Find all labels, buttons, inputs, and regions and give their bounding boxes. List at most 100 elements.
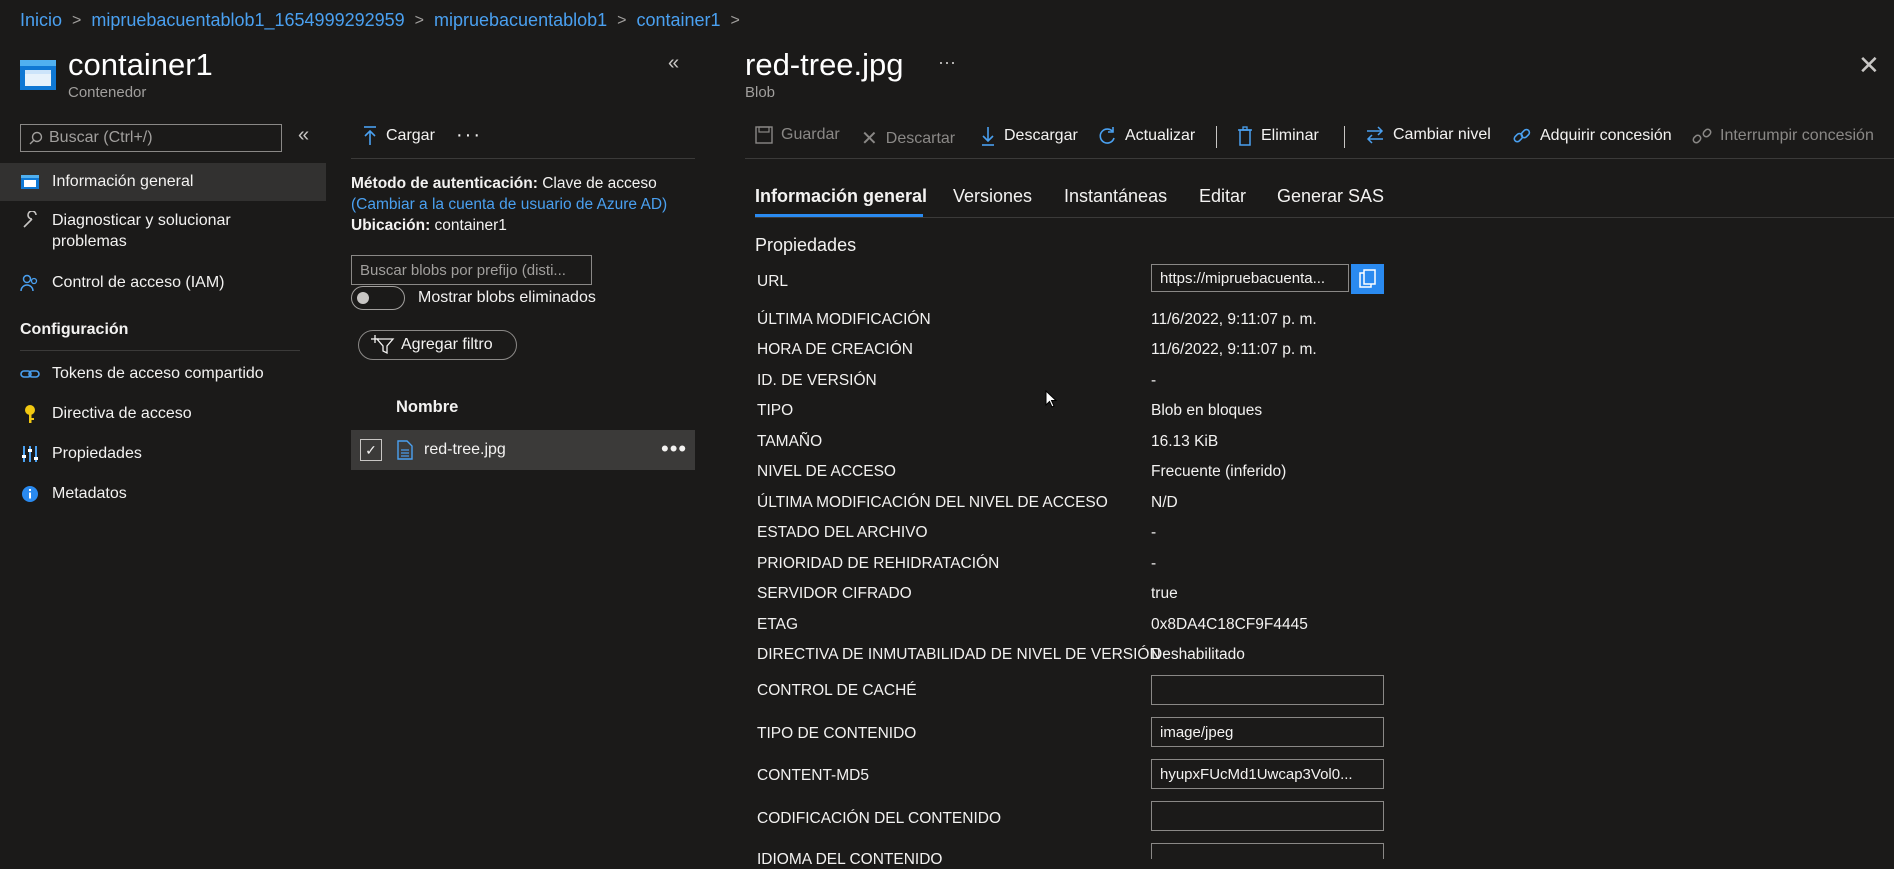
refresh-icon <box>1099 127 1115 144</box>
link-icon <box>20 364 40 384</box>
nav-item-label: Diagnosticar y solucionar problemas <box>52 212 231 250</box>
breadcrumb-home[interactable]: Inicio <box>20 10 62 31</box>
acquire-lease-button[interactable]: Adquirir concesión <box>1512 126 1672 146</box>
more-options-icon[interactable]: ··· <box>456 124 482 147</box>
download-label: Descargar <box>1004 127 1078 144</box>
toolbar-separator <box>1344 126 1345 148</box>
prop-value-size: 16.13 KiB <box>1151 433 1219 450</box>
auth-method-label: Método de autenticación: <box>351 175 538 192</box>
nav-item-properties[interactable]: Propiedades <box>0 442 326 466</box>
key-icon <box>20 404 40 424</box>
nav-item-diagnose[interactable]: Diagnosticar y solucionar problemas <box>0 210 326 256</box>
save-button[interactable]: Guardar <box>755 126 840 144</box>
upload-button[interactable]: Cargar <box>362 126 435 146</box>
change-tier-button[interactable]: Cambiar nivel <box>1365 126 1491 144</box>
acquire-lease-label: Adquirir concesión <box>1540 127 1672 144</box>
content-md5-field[interactable]: hyupxFUcMd1Uwcap3Vol0... <box>1151 759 1384 789</box>
prop-label-immutability: DIRECTIVA DE INMUTABILIDAD DE NIVEL DE V… <box>757 646 1161 663</box>
prop-value-immutability: Deshabilitado <box>1151 646 1245 663</box>
prop-value-last-modified: 11/6/2022, 9:11:07 p. m. <box>1151 311 1317 328</box>
content-encoding-field[interactable] <box>1151 801 1384 831</box>
url-field[interactable]: https://mipruebacuenta... <box>1151 264 1349 292</box>
add-filter-button[interactable]: Agregar filtro <box>358 330 517 360</box>
download-button[interactable]: Descargar <box>980 126 1078 146</box>
cache-control-field[interactable] <box>1151 675 1384 705</box>
copy-icon <box>1358 269 1376 288</box>
menu-search-placeholder: Buscar (Ctrl+/) <box>49 129 153 146</box>
refresh-button[interactable]: Actualizar <box>1097 126 1195 146</box>
breadcrumb-storage-account-deployment[interactable]: mipruebacuentablob1_1654999292959 <box>91 10 404 31</box>
prop-value-version: - <box>1151 372 1157 389</box>
close-icon[interactable]: ✕ <box>1858 50 1880 81</box>
discard-button[interactable]: ✕ Descartar <box>861 126 955 151</box>
tab-snapshots[interactable]: Instantáneas <box>1064 186 1167 207</box>
tab-versions[interactable]: Versiones <box>953 186 1032 207</box>
detail-title: red-tree.jpg <box>745 47 904 82</box>
tabs-divider <box>755 217 1894 218</box>
delete-button[interactable]: Eliminar <box>1237 126 1319 146</box>
collapse-menu-icon[interactable]: « <box>298 124 309 147</box>
chevron-right-icon: > <box>72 11 82 29</box>
broken-link-icon <box>1692 128 1712 144</box>
page-subtitle: Contenedor <box>68 84 147 101</box>
break-lease-button[interactable]: Interrumpir concesión <box>1692 126 1874 146</box>
detail-more-icon[interactable]: ··· <box>938 52 956 73</box>
location-value: container1 <box>434 217 507 234</box>
tab-overview[interactable]: Información general <box>755 186 927 207</box>
trash-icon <box>1238 126 1252 146</box>
nav-item-label: Propiedades <box>52 445 142 462</box>
show-deleted-label: Mostrar blobs eliminados <box>418 289 596 306</box>
row-more-icon[interactable]: ••• <box>661 436 687 462</box>
show-deleted-toggle[interactable] <box>351 286 405 310</box>
prop-value-rehydrate: - <box>1151 555 1157 572</box>
nav-item-sas-tokens[interactable]: Tokens de acceso compartido <box>0 362 326 386</box>
content-type-field[interactable]: image/jpeg <box>1151 717 1384 747</box>
location-label: Ubicación: <box>351 217 431 234</box>
section-configuration: Configuración <box>20 321 129 338</box>
tab-edit[interactable]: Editar <box>1199 186 1246 207</box>
nav-item-label: Directiva de acceso <box>52 405 192 422</box>
prop-label-tier: NIVEL DE ACCESO <box>757 463 896 480</box>
upload-icon <box>364 126 376 145</box>
nav-item-iam[interactable]: Control de acceso (IAM) <box>0 271 326 295</box>
nav-item-access-policy[interactable]: Directiva de acceso <box>0 402 326 426</box>
page-title: container1 <box>68 47 213 82</box>
chevron-right-icon: > <box>730 11 740 29</box>
refresh-label: Actualizar <box>1125 127 1196 144</box>
break-lease-label: Interrumpir concesión <box>1720 127 1874 144</box>
download-icon <box>982 127 994 146</box>
prop-value-archive: - <box>1151 524 1157 541</box>
menu-search-input[interactable]: Buscar (Ctrl+/) <box>20 124 282 152</box>
prop-label-rehydrate: PRIORIDAD DE REHIDRATACIÓN <box>757 555 1000 572</box>
prop-label-encrypted: SERVIDOR CIFRADO <box>757 585 912 602</box>
table-row[interactable]: ✓ red-tree.jpg ••• <box>351 430 695 470</box>
tab-generate-sas[interactable]: Generar SAS <box>1277 186 1384 207</box>
content-language-field[interactable] <box>1151 843 1384 859</box>
properties-section-title: Propiedades <box>755 235 857 255</box>
breadcrumb-container[interactable]: container1 <box>636 10 720 31</box>
detail-subtitle: Blob <box>745 84 776 101</box>
prop-label-created: HORA DE CREACIÓN <box>757 341 913 358</box>
container-icon <box>20 172 40 192</box>
copy-url-button[interactable] <box>1351 264 1384 294</box>
prop-value-etag: 0x8DA4C18CF9F4445 <box>1151 616 1308 633</box>
toggle-knob <box>357 292 369 304</box>
column-header-name[interactable]: Nombre <box>396 398 458 417</box>
row-checkbox[interactable]: ✓ <box>360 439 382 461</box>
nav-item-overview[interactable]: Información general <box>0 163 326 201</box>
swap-icon <box>1366 126 1384 144</box>
prop-label-type: TIPO <box>757 402 794 419</box>
nav-item-metadata[interactable]: Metadatos <box>0 482 326 506</box>
prop-value-tier: Frecuente (inferido) <box>1151 463 1287 480</box>
link-icon <box>1513 128 1531 143</box>
collapse-blade-icon[interactable]: « <box>668 52 679 75</box>
prop-label-last-modified: ÚLTIMA MODIFICACIÓN <box>757 311 931 328</box>
switch-auth-link[interactable]: (Cambiar a la cuenta de usuario de Azure… <box>351 196 667 214</box>
breadcrumb-storage-account[interactable]: mipruebacuentablob1 <box>434 10 607 31</box>
prop-label-content-language: IDIOMA DEL CONTENIDO <box>757 851 943 868</box>
prop-label-url: URL <box>757 273 789 290</box>
change-tier-label: Cambiar nivel <box>1393 126 1491 143</box>
auth-method-value: Clave de acceso <box>542 175 657 192</box>
blob-prefix-search-input[interactable]: Buscar blobs por prefijo (disti... <box>351 255 592 285</box>
prop-label-etag: ETAG <box>757 616 799 633</box>
